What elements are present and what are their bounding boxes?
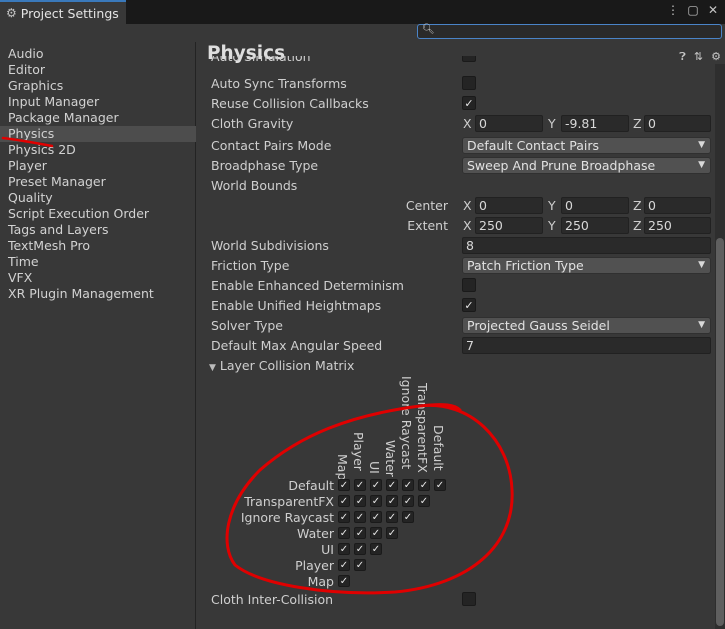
matrix-checkbox[interactable]: ✓ bbox=[370, 495, 382, 507]
matrix-row-label: Player bbox=[295, 558, 334, 573]
matrix-checkbox[interactable]: ✓ bbox=[386, 511, 398, 523]
matrix-checkbox[interactable]: ✓ bbox=[386, 495, 398, 507]
matrix-row-label: Default bbox=[288, 478, 334, 493]
sidebar-item-quality[interactable]: Quality bbox=[0, 190, 196, 206]
sidebar-item-preset-manager[interactable]: Preset Manager bbox=[0, 174, 196, 190]
matrix-column-label: Water bbox=[383, 439, 398, 477]
matrix-checkbox[interactable]: ✓ bbox=[370, 479, 382, 491]
matrix-checkbox[interactable]: ✓ bbox=[354, 511, 366, 523]
sidebar-item-xr-plugin-management[interactable]: XR Plugin Management bbox=[0, 286, 196, 302]
sidebar-item-textmesh-pro[interactable]: TextMesh Pro bbox=[0, 238, 196, 254]
scrollbar[interactable] bbox=[715, 64, 725, 629]
scrollbar-thumb[interactable] bbox=[716, 238, 724, 626]
matrix-column-label: Player bbox=[351, 432, 366, 472]
matrix-checkbox[interactable]: ✓ bbox=[354, 543, 366, 555]
matrix-checkbox[interactable]: ✓ bbox=[402, 495, 414, 507]
sidebar-item-physics[interactable]: Physics bbox=[0, 126, 196, 142]
matrix-row-label: TransparentFX bbox=[244, 494, 334, 509]
main-panel: Physics ❓︎ ⇅ ⚙ Auto Simulation Auto Sync… bbox=[197, 42, 725, 629]
close-icon[interactable]: ✕ bbox=[705, 3, 721, 17]
matrix-row-label: UI bbox=[321, 542, 334, 557]
search-row: 🔍︎ bbox=[0, 24, 725, 42]
matrix-row-label: Map bbox=[307, 574, 334, 589]
matrix-checkbox[interactable]: ✓ bbox=[354, 495, 366, 507]
matrix-checkbox[interactable]: ✓ bbox=[354, 527, 366, 539]
matrix-checkbox[interactable]: ✓ bbox=[402, 479, 414, 491]
sidebar-item-vfx[interactable]: VFX bbox=[0, 270, 196, 286]
matrix-checkbox[interactable]: ✓ bbox=[370, 543, 382, 555]
tab-project-settings[interactable]: ⚙ Project Settings bbox=[0, 0, 126, 24]
cloth-inter-collision-label: Cloth Inter-Collision bbox=[211, 592, 334, 607]
matrix-checkbox[interactable]: ✓ bbox=[354, 479, 366, 491]
sidebar-item-tags-and-layers[interactable]: Tags and Layers bbox=[0, 222, 196, 238]
matrix-checkbox[interactable]: ✓ bbox=[434, 479, 446, 491]
more-options-icon[interactable]: ⋮ bbox=[665, 3, 681, 17]
matrix-column-label: UI bbox=[367, 460, 382, 474]
window-controls: ⋮ ▢ ✕ bbox=[665, 3, 721, 17]
matrix-checkbox[interactable]: ✓ bbox=[418, 479, 430, 491]
matrix-checkbox[interactable]: ✓ bbox=[338, 479, 350, 491]
matrix-checkbox[interactable]: ✓ bbox=[338, 527, 350, 539]
gear-icon: ⚙ bbox=[6, 6, 17, 20]
tab-title: Project Settings bbox=[20, 5, 119, 21]
matrix-checkbox[interactable]: ✓ bbox=[354, 559, 366, 571]
matrix-checkbox[interactable]: ✓ bbox=[338, 511, 350, 523]
matrix-column-label: Ignore Raycast bbox=[399, 375, 414, 469]
matrix-column-label: Default bbox=[431, 425, 446, 471]
matrix-checkbox[interactable]: ✓ bbox=[338, 575, 350, 587]
matrix-checkbox[interactable]: ✓ bbox=[338, 559, 350, 571]
matrix-checkbox[interactable]: ✓ bbox=[370, 527, 382, 539]
sidebar: Audio Editor Graphics Input Manager Package … bbox=[0, 42, 196, 629]
search-icon: 🔍︎ bbox=[422, 24, 435, 35]
sidebar-item-player[interactable]: Player bbox=[0, 158, 196, 174]
sidebar-item-script-execution-order[interactable]: Script Execution Order bbox=[0, 206, 196, 222]
sidebar-item-physics-2d[interactable]: Physics 2D bbox=[0, 142, 196, 158]
sidebar-item-audio[interactable]: Audio bbox=[0, 46, 196, 62]
matrix-checkbox[interactable]: ✓ bbox=[338, 543, 350, 555]
matrix-column-label: Map bbox=[335, 453, 350, 481]
title-bar: ⚙ Project Settings ⋮ ▢ ✕ bbox=[0, 0, 725, 24]
sidebar-item-editor[interactable]: Editor bbox=[0, 62, 196, 78]
sidebar-item-package-manager[interactable]: Package Manager bbox=[0, 110, 196, 126]
matrix-checkbox[interactable]: ✓ bbox=[370, 511, 382, 523]
matrix-checkbox[interactable]: ✓ bbox=[402, 511, 414, 523]
maximize-icon[interactable]: ▢ bbox=[685, 3, 701, 17]
matrix-checkbox[interactable]: ✓ bbox=[418, 495, 430, 507]
sidebar-item-graphics[interactable]: Graphics bbox=[0, 78, 196, 94]
matrix-row-label: Ignore Raycast bbox=[240, 510, 334, 525]
matrix-checkbox[interactable]: ✓ bbox=[338, 495, 350, 507]
sidebar-item-input-manager[interactable]: Input Manager bbox=[0, 94, 196, 110]
cloth-inter-collision-checkbox[interactable] bbox=[462, 592, 476, 606]
layer-collision-matrix: Map Player UI Water Ignore Raycast Transparen… bbox=[197, 42, 715, 629]
search-input[interactable]: 🔍︎ bbox=[417, 24, 722, 39]
matrix-checkbox[interactable]: ✓ bbox=[386, 479, 398, 491]
sidebar-item-time[interactable]: Time bbox=[0, 254, 196, 270]
matrix-row-label: Water bbox=[297, 526, 334, 541]
matrix-column-label: TransparentFX bbox=[415, 382, 430, 473]
matrix-checkbox[interactable]: ✓ bbox=[386, 527, 398, 539]
